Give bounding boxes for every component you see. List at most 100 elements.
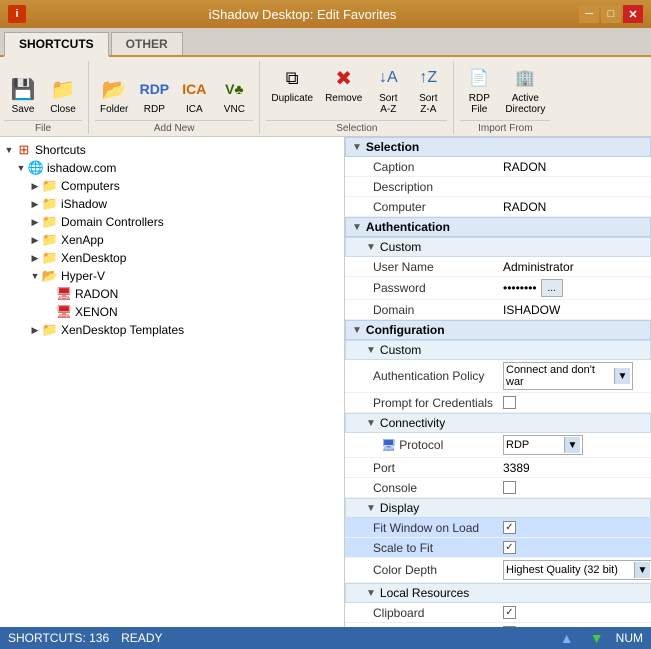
nav-down-button[interactable]: ▼ [586,629,608,647]
tree-item-xendesktop-templates[interactable]: ▶ 📁 XenDesktop Templates [0,321,344,339]
sort-az-button[interactable]: ↓A SortA-Z [369,61,407,118]
caption-label: Caption [373,160,503,174]
expand-icon[interactable]: ▼ [28,269,42,283]
expand-icon[interactable]: ▶ [28,215,42,229]
vnc-button[interactable]: V♣ VNC [215,72,253,118]
username-label: User Name [373,260,503,274]
sub-section-config-custom[interactable]: ▼ Custom [345,340,651,360]
rdp-button[interactable]: RDP RDP [135,72,173,118]
radon-label: RADON [75,287,118,301]
expand-icon[interactable]: ▶ [28,323,42,337]
properties-panel: ▼ Selection Caption RADON Description Co… [345,137,651,627]
tree-item-domain-controllers[interactable]: ▶ 📁 Domain Controllers [0,213,344,231]
section-config-label: Configuration [366,323,445,337]
prompt-credentials-label: Prompt for Credentials [373,396,503,410]
password-edit-button[interactable]: ... [541,279,563,297]
remove-button[interactable]: ✖ Remove [320,61,367,118]
expand-icon[interactable]: ▼ [14,161,28,175]
toolbar-group-add-new: 📂 Folder RDP RDP ICA ICA V♣ VNC Add New [95,72,253,134]
local-resources-label: Local Resources [380,586,469,600]
duplicate-icon: ⧉ [278,64,306,92]
maximize-button[interactable]: □ [601,5,621,23]
expand-icon [42,287,56,301]
tree-item-ishadow[interactable]: ▶ 📁 iShadow [0,195,344,213]
prop-computer: Computer RADON [345,197,651,217]
tree-item-xendesktop[interactable]: ▶ 📁 XenDesktop [0,249,344,267]
toolbar: 💾 Save 📁 Close File 📂 Folder RDP RDP ICA [0,57,651,137]
console-checkbox[interactable] [503,481,516,494]
sub-section-connectivity[interactable]: ▼ Connectivity [345,413,651,433]
fit-window-checkbox[interactable] [503,521,516,534]
close-button[interactable]: ✕ [623,5,643,23]
expand-icon[interactable]: ▶ [28,233,42,247]
nav-up-button[interactable]: ▲ [556,629,578,647]
rdp-file-button[interactable]: 📄 RDPFile [460,61,498,118]
sub-section-auth-custom[interactable]: ▼ Custom [345,237,651,257]
tab-other[interactable]: OTHER [111,32,183,55]
tree-item-xenapp[interactable]: ▶ 📁 XenApp [0,231,344,249]
xenon-computer-icon: 🖥 [56,304,72,320]
expand-icon[interactable]: ▶ [28,251,42,265]
toolbar-group-file: 💾 Save 📁 Close File [4,72,82,134]
tree-item-hyper-v[interactable]: ▼ 📂 Hyper-V [0,267,344,285]
sort-za-button[interactable]: ↑Z SortZ-A [409,61,447,118]
prop-caption: Caption RADON [345,157,651,177]
window-title: iShadow Desktop: Edit Favorites [26,7,579,22]
section-authentication[interactable]: ▼ Authentication [345,217,651,237]
tree-item-shortcuts-root[interactable]: ▼ ⊞ Shortcuts [0,141,344,159]
tree-item-computers[interactable]: ▶ 📁 Computers [0,177,344,195]
clipboard-label: Clipboard [373,606,503,620]
scale-to-fit-checkbox[interactable] [503,541,516,554]
tree-item-xenon[interactable]: 🖥 XENON [0,303,344,321]
prop-username: User Name Administrator [345,257,651,277]
expand-icon[interactable]: ▼ [2,143,16,157]
protocol-dropdown-arrow: ▼ [564,437,580,453]
expand-icon[interactable]: ▶ [28,179,42,193]
color-depth-label: Color Depth [373,563,503,577]
tree-item-ishadow-com[interactable]: ▼ 🌐 ishadow.com [0,159,344,177]
prop-color-depth: Color Depth Highest Quality (32 bit) ▼ [345,558,651,583]
expand-icon[interactable]: ▶ [28,197,42,211]
sub-section-display[interactable]: ▼ Display [345,498,651,518]
prop-printers: Printers [345,623,651,627]
section-config-expand: ▼ [352,325,362,336]
section-selection[interactable]: ▼ Selection [345,137,651,157]
toolbar-group-import: 📄 RDPFile 🏢 ActiveDirectory Import From [460,61,550,134]
sub-section-local-resources[interactable]: ▼ Local Resources [345,583,651,603]
auth-custom-label: Custom [380,240,421,254]
file-group-label: File [4,120,82,134]
protocol-dropdown[interactable]: RDP ▼ [503,435,583,455]
save-icon: 💾 [9,75,37,103]
computer-value: RADON [503,200,647,214]
ishadow-com-label: ishadow.com [47,161,116,175]
prompt-credentials-checkbox[interactable] [503,396,516,409]
prop-prompt-credentials: Prompt for Credentials [345,393,651,413]
toolbar-group-selection: ⧉ Duplicate ✖ Remove ↓A SortA-Z ↑Z SortZ… [266,61,447,134]
active-directory-button[interactable]: 🏢 ActiveDirectory [500,61,550,118]
vnc-icon: V♣ [220,75,248,103]
clipboard-checkbox[interactable] [503,606,516,619]
xendesktop-label: XenDesktop [61,251,126,265]
domain-controllers-icon: 📁 [42,214,58,230]
ica-button[interactable]: ICA ICA [175,72,213,118]
section-configuration[interactable]: ▼ Configuration [345,320,651,340]
color-depth-dropdown[interactable]: Highest Quality (32 bit) ▼ [503,560,651,580]
printers-checkbox[interactable] [503,626,516,627]
tree-item-radon[interactable]: 🖥 RADON [0,285,344,303]
port-value: 3389 [503,461,647,475]
save-button[interactable]: 💾 Save [4,72,42,118]
prompt-credentials-value [503,396,647,409]
expand-icon [42,305,56,319]
close-button-toolbar[interactable]: 📁 Close [44,72,82,118]
section-selection-label: Selection [366,140,419,154]
duplicate-button[interactable]: ⧉ Duplicate [266,61,318,118]
folder-button[interactable]: 📂 Folder [95,72,133,118]
auth-policy-dropdown[interactable]: Connect and don't war ▼ [503,362,633,390]
app-logo: i [8,5,26,23]
auth-policy-dropdown-arrow: ▼ [614,368,630,384]
xenapp-folder-icon: 📁 [42,232,58,248]
prop-auth-policy: Authentication Policy Connect and don't … [345,360,651,393]
tab-shortcuts[interactable]: SHORTCUTS [4,32,109,57]
minimize-button[interactable]: ─ [579,5,599,23]
tree-panel: ▼ ⊞ Shortcuts ▼ 🌐 ishadow.com ▶ 📁 Comput… [0,137,345,627]
